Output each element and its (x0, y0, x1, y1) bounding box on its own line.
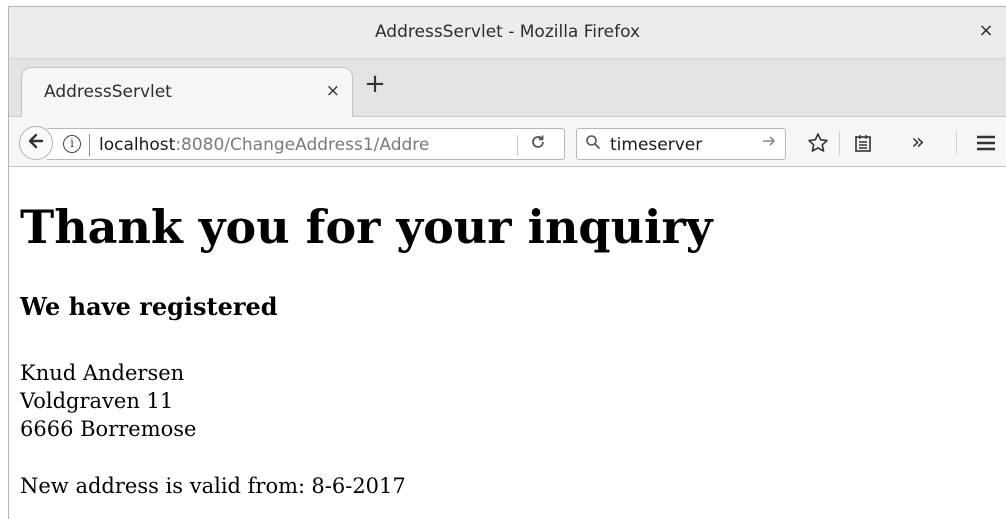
toolbar-divider (839, 131, 840, 155)
tab-label: AddressServlet (44, 82, 172, 102)
tab-strip: AddressServlet × + (9, 59, 1006, 117)
url-divider (89, 134, 90, 156)
toolbar-divider (956, 131, 957, 155)
page-heading: Thank you for your inquiry (20, 200, 713, 254)
browser-window: AddressServlet - Mozilla Firefox × Addre… (8, 6, 1006, 519)
library-icon (853, 134, 873, 159)
back-button[interactable] (19, 126, 53, 160)
go-arrow-icon[interactable] (761, 133, 777, 154)
window-close-button[interactable]: × (976, 21, 996, 41)
navigation-toolbar: i localhost:8080/ChangeAddress1/Addre ti… (9, 117, 1006, 167)
new-tab-button[interactable]: + (361, 71, 389, 99)
overflow-menu-button[interactable]: » (903, 128, 933, 158)
reload-icon[interactable] (529, 133, 547, 156)
title-bar: AddressServlet - Mozilla Firefox × (9, 7, 1006, 59)
address-city: 6666 Borremose (20, 417, 197, 441)
info-icon[interactable]: i (63, 135, 81, 153)
bookmark-star-button[interactable] (803, 128, 833, 158)
url-text[interactable]: localhost:8080/ChangeAddress1/Addre (99, 135, 517, 155)
url-divider-right (517, 135, 518, 155)
valid-from-label: New address is valid from: (20, 474, 306, 498)
page-content: Thank you for your inquiry We have regis… (9, 168, 1006, 519)
window-title: AddressServlet - Mozilla Firefox (374, 22, 641, 42)
tab-addressservlet[interactable]: AddressServlet × (21, 67, 353, 117)
address-name: Knud Andersen (20, 361, 185, 385)
library-button[interactable] (848, 128, 878, 158)
url-path: :8080/ChangeAddress1/Addre (175, 135, 430, 155)
star-icon (807, 133, 829, 160)
search-icon (585, 134, 601, 154)
hamburger-menu-icon (975, 134, 997, 159)
url-host: localhost (99, 135, 176, 155)
valid-from-line: New address is valid from: 8-6-2017 (20, 474, 406, 498)
search-bar[interactable]: timeserver (576, 128, 786, 160)
address-street: Voldgraven 11 (20, 389, 174, 413)
address-block: Knud Andersen Voldgraven 11 6666 Borremo… (20, 359, 196, 443)
url-bar[interactable]: i localhost:8080/ChangeAddress1/Addre (47, 128, 565, 160)
valid-from-date: 8-6-2017 (311, 474, 406, 498)
back-arrow-icon (26, 131, 46, 155)
tab-close-button[interactable]: × (326, 81, 340, 101)
page-subheading: We have registered (20, 292, 278, 321)
search-input[interactable]: timeserver (610, 135, 702, 155)
main-menu-button[interactable] (971, 128, 1001, 158)
